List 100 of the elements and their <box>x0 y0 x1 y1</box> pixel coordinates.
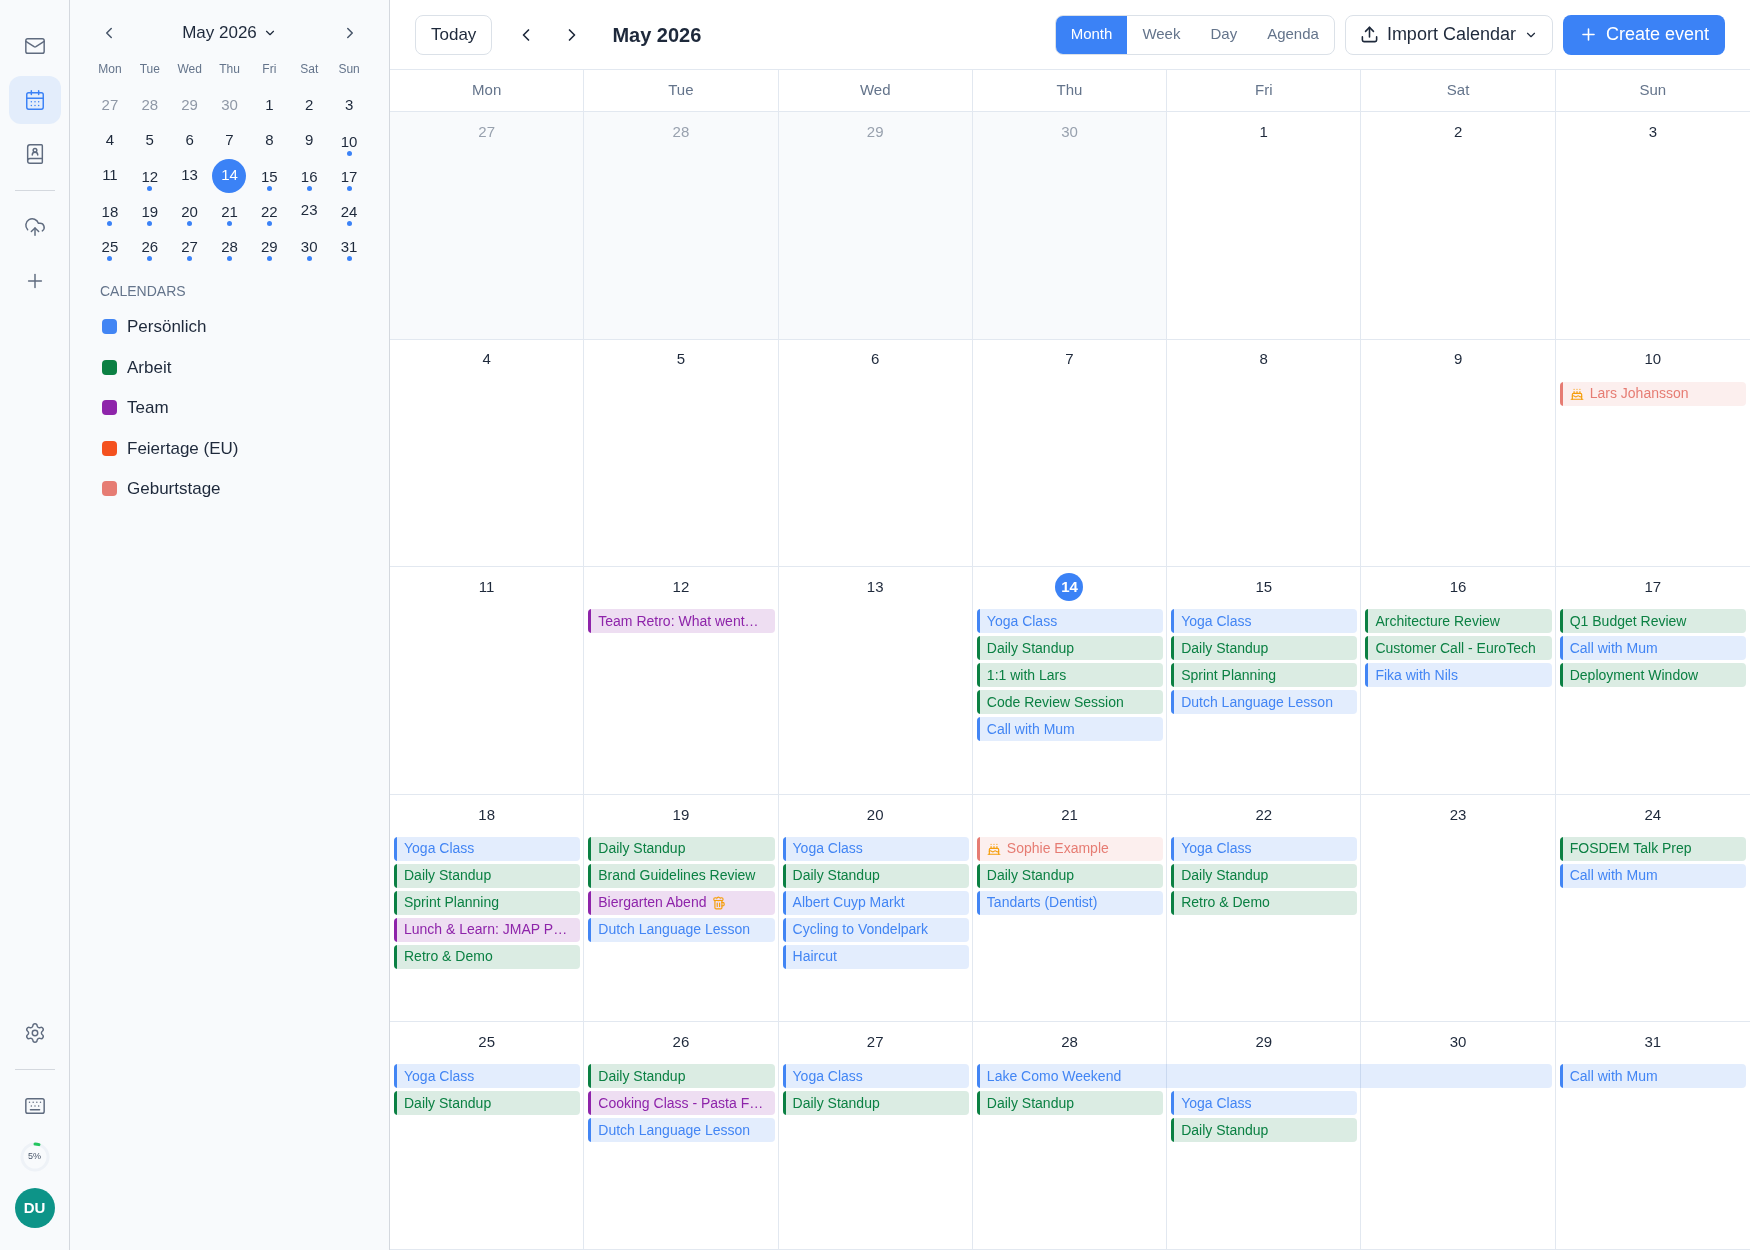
mini-calendar-day[interactable]: 20 <box>172 195 207 230</box>
calendar-name[interactable]: Team <box>127 395 169 421</box>
mini-calendar-day[interactable]: 8 <box>252 123 287 158</box>
event-chip[interactable]: Daily Standup <box>976 636 1164 661</box>
month-picker[interactable]: May 2026 <box>182 20 277 46</box>
event-chip[interactable]: Daily Standup <box>1171 863 1358 888</box>
event-chip[interactable]: Q1 Budget Review <box>1559 609 1746 634</box>
mini-calendar-day[interactable]: 2 <box>292 88 327 123</box>
mini-calendar-day[interactable]: 19 <box>132 195 167 230</box>
view-tab[interactable]: Agenda <box>1252 15 1334 54</box>
event-chip[interactable]: Deployment Window <box>1559 663 1746 688</box>
event-chip[interactable]: Daily Standup <box>1171 1118 1358 1143</box>
event-chip[interactable]: Daily Standup <box>394 863 581 888</box>
event-chip[interactable]: Daily Standup <box>782 863 969 888</box>
weekday-header: Thu <box>1056 80 1083 101</box>
mini-calendar-day[interactable]: 3 <box>332 88 367 123</box>
calendar-name[interactable]: Arbeit <box>127 354 172 380</box>
mini-calendar-day[interactable]: 28 <box>212 230 247 265</box>
date-number: 20 <box>866 804 884 825</box>
event-chip[interactable]: Daily Standup <box>588 836 775 861</box>
event-chip[interactable]: Customer Call - EuroTech <box>1365 636 1552 661</box>
view-tab[interactable]: Week <box>1127 15 1196 54</box>
mail-icon <box>23 35 46 57</box>
mini-calendar-day[interactable]: 9 <box>292 123 327 158</box>
date-number: 19 <box>672 804 690 825</box>
mini-calendar-day[interactable]: 13 <box>172 158 207 193</box>
mini-calendar-day[interactable]: 10 <box>332 125 367 160</box>
keyboard-icon <box>23 1095 46 1117</box>
today-date: 14 <box>1055 573 1084 602</box>
mini-calendar-day[interactable]: 22 <box>252 195 287 230</box>
beer-mug-icon <box>712 895 727 910</box>
mini-calendar-day[interactable]: 11 <box>92 158 127 193</box>
user-avatar[interactable]: DU <box>14 1188 55 1228</box>
calendar-name[interactable]: Persönlich <box>127 314 207 340</box>
mini-calendar-day[interactable]: 16 <box>292 160 327 195</box>
mini-calendar-day[interactable]: 4 <box>92 123 127 158</box>
mini-calendar-day[interactable]: 7 <box>212 123 247 158</box>
calendar-name[interactable]: Feiertage (EU) <box>127 435 239 461</box>
date-number: 6 <box>871 349 880 370</box>
weekday-header: Fri <box>1255 80 1273 101</box>
event-chip[interactable]: FOSDEM Talk Prep <box>1559 836 1746 861</box>
mini-calendar-day[interactable]: 31 <box>332 230 367 265</box>
mini-calendar-day[interactable]: 14 <box>212 158 247 193</box>
event-chip[interactable]: Retro & Demo <box>1171 890 1358 915</box>
date-number: 9 <box>1453 349 1463 370</box>
mini-calendar-day[interactable]: 6 <box>172 123 207 158</box>
mini-calendar-day[interactable]: 24 <box>332 195 367 230</box>
event-chip[interactable]: Lunch & Learn: JMAP P… <box>394 917 581 942</box>
create-event-button[interactable]: Create event <box>1562 14 1725 55</box>
import-calendar-button[interactable]: Import Calendar <box>1344 14 1553 55</box>
mini-calendar-day[interactable]: 17 <box>332 160 367 195</box>
event-chip[interactable]: Daily Standup <box>976 1091 1164 1116</box>
event-chip[interactable]: Code Review Session <box>976 690 1164 715</box>
date-number: 25 <box>478 1032 495 1053</box>
event-chip[interactable]: Biergarten Abend <box>588 890 775 915</box>
date-number: 26 <box>672 1032 690 1053</box>
event-chip[interactable]: Daily Standup <box>588 1064 775 1089</box>
mini-calendar-day[interactable]: 27 <box>172 230 207 265</box>
weekday-label: Mon <box>97 61 123 78</box>
event-chip[interactable]: Daily Standup <box>1171 636 1358 661</box>
mini-calendar-day[interactable]: 26 <box>132 230 167 265</box>
today-button[interactable]: Today <box>415 14 493 55</box>
event-chip[interactable]: Team Retro: What went… <box>588 609 775 634</box>
date-number: 10 <box>1644 349 1662 370</box>
cake-icon <box>1569 386 1584 401</box>
date-number: 27 <box>866 1032 884 1053</box>
cake-icon <box>986 841 1001 856</box>
rail-button[interactable] <box>8 76 61 124</box>
mini-calendar-day[interactable]: 25 <box>92 230 127 265</box>
event-chip[interactable]: Daily Standup <box>782 1091 969 1116</box>
mini-calendar-day[interactable]: 21 <box>212 195 247 230</box>
mini-calendar-day[interactable]: 30 <box>292 230 327 265</box>
mini-calendar-day[interactable]: 23 <box>292 193 327 228</box>
event-chip[interactable]: Sprint Planning <box>394 890 581 915</box>
date-number: 3 <box>1648 121 1657 142</box>
event-chip[interactable]: Brand Guidelines Review <box>588 863 775 888</box>
mini-calendar-day[interactable]: 15 <box>252 160 287 195</box>
event-chip[interactable]: Retro & Demo <box>394 944 581 969</box>
calendar-name[interactable]: Geburtstage <box>127 476 221 502</box>
event-chip[interactable]: Architecture Review <box>1365 609 1552 634</box>
event-chip[interactable]: Cooking Class - Pasta F… <box>588 1091 775 1116</box>
mini-calendar-day[interactable]: 18 <box>92 195 127 230</box>
date-number: 11 <box>478 576 495 597</box>
storage-percent: 5% <box>28 1150 41 1164</box>
date-number: 15 <box>1255 576 1273 597</box>
calendar-icon <box>23 89 46 111</box>
date-number: 22 <box>1255 804 1273 825</box>
date-number: 12 <box>672 576 690 597</box>
weekday-label: Sat <box>299 61 320 78</box>
event-chip[interactable]: 1:1 with Lars <box>976 663 1164 688</box>
view-tab[interactable]: Month <box>1055 15 1128 54</box>
event-chip[interactable]: Daily Standup <box>976 863 1164 888</box>
date-number: 23 <box>1449 804 1467 825</box>
event-chip[interactable]: Daily Standup <box>394 1091 581 1116</box>
view-tab[interactable]: Day <box>1195 15 1253 54</box>
mini-calendar-day[interactable]: 29 <box>252 230 287 265</box>
mini-calendar-day[interactable]: 1 <box>252 88 287 123</box>
mini-calendar-day[interactable]: 12 <box>132 160 167 195</box>
mini-calendar-day[interactable]: 5 <box>132 123 167 158</box>
event-chip[interactable]: Sprint Planning <box>1171 663 1358 688</box>
